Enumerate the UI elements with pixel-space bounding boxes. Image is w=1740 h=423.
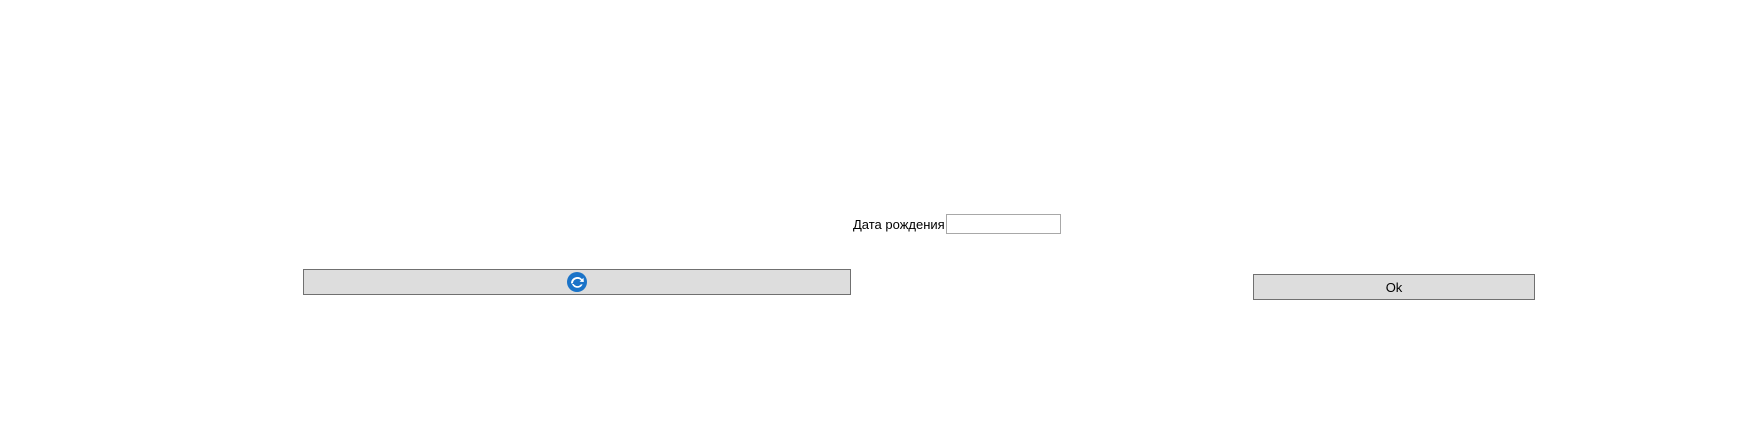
ok-button-label: Ok <box>1385 279 1403 295</box>
refresh-button[interactable] <box>303 269 851 295</box>
birth-date-input[interactable] <box>945 214 1061 234</box>
refresh-icon <box>566 271 588 293</box>
ok-button[interactable]: Ok <box>1253 274 1535 300</box>
birth-date-row: Дата рождения <box>853 213 1061 235</box>
birth-date-label: Дата рождения <box>853 216 945 232</box>
window-content: Дата рождения Ok <box>0 0 1740 423</box>
